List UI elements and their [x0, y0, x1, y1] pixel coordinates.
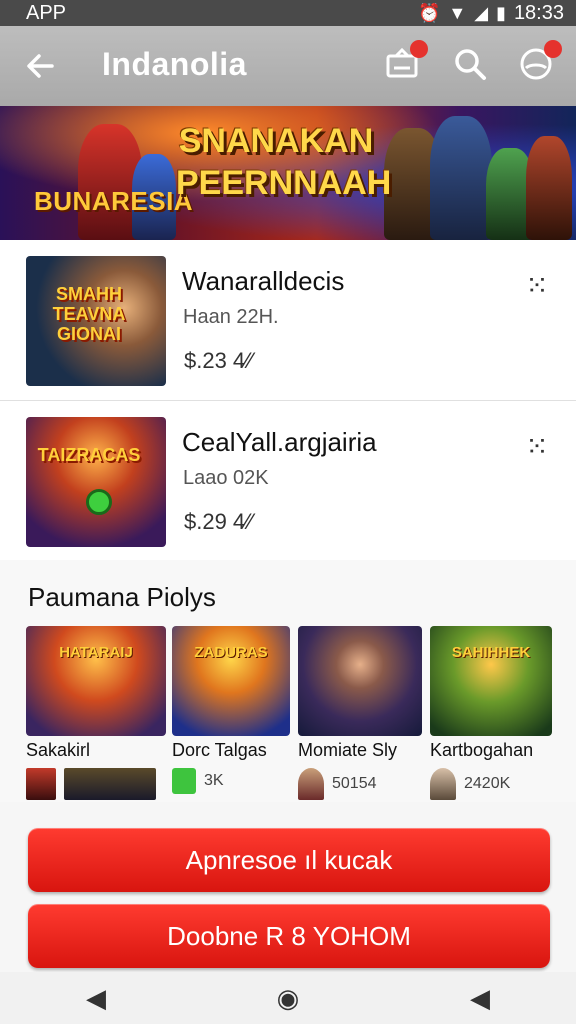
game-card[interactable]: Momiate Sly 50154	[298, 626, 422, 800]
card-meta: 50154	[298, 768, 377, 800]
cast-icon[interactable]	[382, 40, 428, 86]
card-image-text: HATARAIJ	[59, 644, 133, 661]
game-title: Wanaralldecis	[182, 266, 345, 296]
action-buttons: Apnresoe ıl kucak Doobne R 8 YOHOM	[0, 802, 576, 972]
card-name: Sakakirl	[26, 740, 91, 760]
card-image: HATARAIJ	[26, 626, 166, 736]
card-image	[298, 626, 422, 736]
card-name: Kartbogahan	[430, 740, 534, 760]
nav-recent-icon[interactable]: ◀	[455, 978, 505, 1018]
banner-title: SNANAKAN PEERNNAAH	[176, 122, 392, 202]
list-item[interactable]: SMAHH TEAVNA GIONAI Wanaralldecis Haan 2…	[0, 240, 576, 400]
avatar	[26, 768, 56, 800]
card-image: SAHIHHEK	[430, 626, 552, 736]
card-image-text: ZADURAS	[194, 644, 268, 661]
popular-section: Paumana Piolys HATARAIJ Sakakirl ZADURAS…	[0, 560, 576, 802]
gem-icon	[86, 489, 112, 515]
more-dots-icon[interactable]: ⁙	[520, 266, 552, 306]
game-subtitle: Laao 02K	[183, 467, 269, 489]
app-icon	[172, 768, 196, 794]
thumbnail-text: SMAHH TEAVNA GIONAI	[52, 284, 126, 344]
thumbnail-text: TAIZRACAS	[37, 445, 141, 465]
game-list: SMAHH TEAVNA GIONAI Wanaralldecis Haan 2…	[0, 240, 576, 560]
game-price: $.29 4⁄⁄	[184, 509, 253, 534]
nav-back-icon[interactable]: ◀	[71, 978, 121, 1018]
list-item[interactable]: TAIZRACAS CealYall.argjairia Laao 02K $.…	[0, 400, 576, 560]
banner-subtitle: BUNARESIA	[34, 186, 194, 216]
profile-badge	[544, 40, 562, 58]
card-stat: 50154	[332, 775, 377, 792]
hero-banner[interactable]: BUNARESIA SNANAKAN PEERNNAAH	[0, 106, 576, 240]
profile-icon[interactable]	[516, 40, 562, 86]
card-image-text: SAHIHHEK	[451, 644, 531, 661]
game-card[interactable]: HATARAIJ Sakakirl	[26, 626, 166, 800]
more-dots-icon[interactable]: ⁙	[520, 427, 552, 467]
card-stat: 3K	[204, 772, 224, 789]
avatar	[298, 768, 324, 800]
banner-character	[526, 136, 572, 240]
battery-icon: ▮	[496, 2, 506, 23]
card-meta: 2420K	[430, 768, 510, 800]
card-image: ZADURAS	[172, 626, 290, 736]
nav-home-icon[interactable]: ◉	[263, 978, 313, 1018]
mini-banner	[64, 768, 156, 800]
game-subtitle: Haan 22H.	[183, 306, 279, 328]
wifi-icon: ▼	[448, 2, 467, 23]
card-stat: 2420K	[464, 775, 511, 792]
page-title: Indanolia	[102, 46, 247, 82]
status-time: 18:33	[513, 1, 564, 24]
notification-badge	[410, 40, 428, 58]
back-arrow-icon[interactable]	[20, 44, 60, 88]
card-meta	[26, 768, 156, 800]
game-title: CealYall.argjairia	[182, 427, 377, 457]
game-thumbnail: TAIZRACAS	[26, 417, 166, 547]
status-app-label: APP	[26, 1, 67, 24]
search-icon[interactable]	[450, 46, 490, 86]
game-thumbnail: SMAHH TEAVNA GIONAI	[26, 256, 166, 386]
card-name: Momiate Sly	[298, 740, 398, 760]
status-bar: APP ⏰ ▼ ◢ ▮ 18:33	[0, 0, 576, 26]
alarm-icon: ⏰	[417, 2, 441, 23]
app-bar: Indanolia	[0, 26, 576, 106]
card-name: Dorc Talgas	[172, 740, 267, 760]
signal-icon: ◢	[474, 2, 489, 23]
banner-character	[430, 116, 492, 240]
avatar	[430, 768, 456, 800]
game-price: $.23 4⁄⁄	[184, 348, 253, 373]
secondary-button[interactable]: Doobne R 8 YOHOM	[28, 904, 550, 968]
game-card[interactable]: SAHIHHEK Kartbogahan 2420K	[430, 626, 552, 800]
game-card[interactable]: ZADURAS Dorc Talgas 3K	[172, 626, 290, 794]
primary-button[interactable]: Apnresoe ıl kucak	[28, 828, 550, 892]
section-title: Paumana Piolys	[28, 582, 216, 612]
card-meta: 3K	[172, 768, 224, 794]
status-icons: ⏰ ▼ ◢ ▮ 18:33	[418, 2, 564, 25]
system-nav-bar: ◀ ◉ ◀	[0, 972, 576, 1024]
